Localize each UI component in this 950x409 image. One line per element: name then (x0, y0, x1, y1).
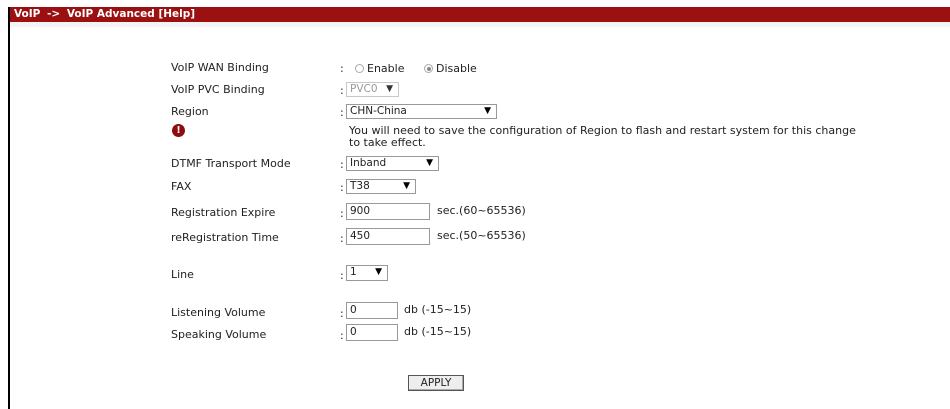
speaking-volume-label: Speaking Volume (171, 328, 267, 341)
wan-binding-enable-option[interactable]: Enable (355, 62, 404, 75)
region-select[interactable]: CHN-China ▼ (346, 104, 497, 119)
listening-volume-colon: : (340, 307, 344, 320)
speaking-volume-colon: : (340, 329, 344, 342)
breadcrumb-section: VoIP (14, 8, 41, 20)
fax-colon: : (340, 181, 344, 194)
pvc-binding-value: PVC0 (350, 83, 378, 95)
chevron-down-icon: ▼ (484, 106, 491, 116)
line-colon: : (340, 269, 344, 282)
pvc-binding-colon: : (340, 84, 344, 97)
breadcrumb-page: VoIP Advanced (66, 8, 155, 20)
wan-binding-disable-option[interactable]: Disable (424, 62, 477, 75)
listening-volume-label: Listening Volume (171, 306, 266, 319)
registration-expire-input[interactable]: 900 (346, 203, 430, 220)
listening-volume-input[interactable]: 0 (346, 302, 398, 319)
radio-unchecked-icon[interactable] (355, 64, 364, 73)
title-divider (10, 22, 950, 27)
wan-binding-label: VoIP WAN Binding (171, 61, 269, 74)
fax-label: FAX (171, 180, 192, 193)
region-value: CHN-China (350, 105, 407, 117)
registration-expire-label: Registration Expire (171, 206, 276, 219)
speaking-volume-unit: db (-15~15) (404, 325, 472, 338)
listening-volume-unit: db (-15~15) (404, 303, 472, 316)
dtmf-value: Inband (350, 157, 387, 169)
title-bar: VoIP -> VoIP Advanced [Help] (10, 7, 950, 22)
dtmf-select[interactable]: Inband ▼ (346, 156, 439, 171)
region-label: Region (171, 105, 209, 118)
line-label: Line (171, 268, 194, 281)
chevron-down-icon: ▼ (386, 84, 393, 94)
chevron-down-icon: ▼ (375, 267, 382, 277)
help-link[interactable]: [Help] (158, 8, 195, 20)
line-select[interactable]: 1 ▼ (346, 265, 388, 281)
reregistration-time-unit: sec.(50~65536) (437, 229, 526, 242)
chevron-down-icon: ▼ (426, 158, 433, 168)
wan-binding-colon: : (340, 62, 344, 75)
line-value: 1 (350, 266, 357, 278)
reregistration-time-colon: : (340, 232, 344, 245)
dtmf-label: DTMF Transport Mode (171, 157, 291, 170)
region-colon: : (340, 106, 344, 119)
reregistration-time-label: reRegistration Time (171, 231, 279, 244)
wan-binding-disable-label: Disable (436, 62, 477, 75)
fax-select[interactable]: T38 ▼ (346, 179, 416, 194)
chevron-down-icon: ▼ (403, 181, 410, 191)
region-note-line2: to take effect. (349, 136, 426, 149)
pvc-binding-select[interactable]: PVC0 ▼ (346, 82, 399, 97)
exclamation-circle-icon: ! (172, 124, 185, 137)
apply-button[interactable]: APPLY (408, 375, 464, 391)
breadcrumb-separator: -> (47, 8, 61, 20)
fax-value: T38 (350, 180, 370, 192)
reregistration-time-input[interactable]: 450 (346, 228, 430, 245)
speaking-volume-input[interactable]: 0 (346, 324, 398, 341)
dtmf-colon: : (340, 158, 344, 171)
registration-expire-unit: sec.(60~65536) (437, 204, 526, 217)
registration-expire-colon: : (340, 207, 344, 220)
pvc-binding-label: VoIP PVC Binding (171, 83, 265, 96)
wan-binding-enable-label: Enable (367, 62, 405, 75)
radio-checked-icon[interactable] (424, 64, 433, 73)
